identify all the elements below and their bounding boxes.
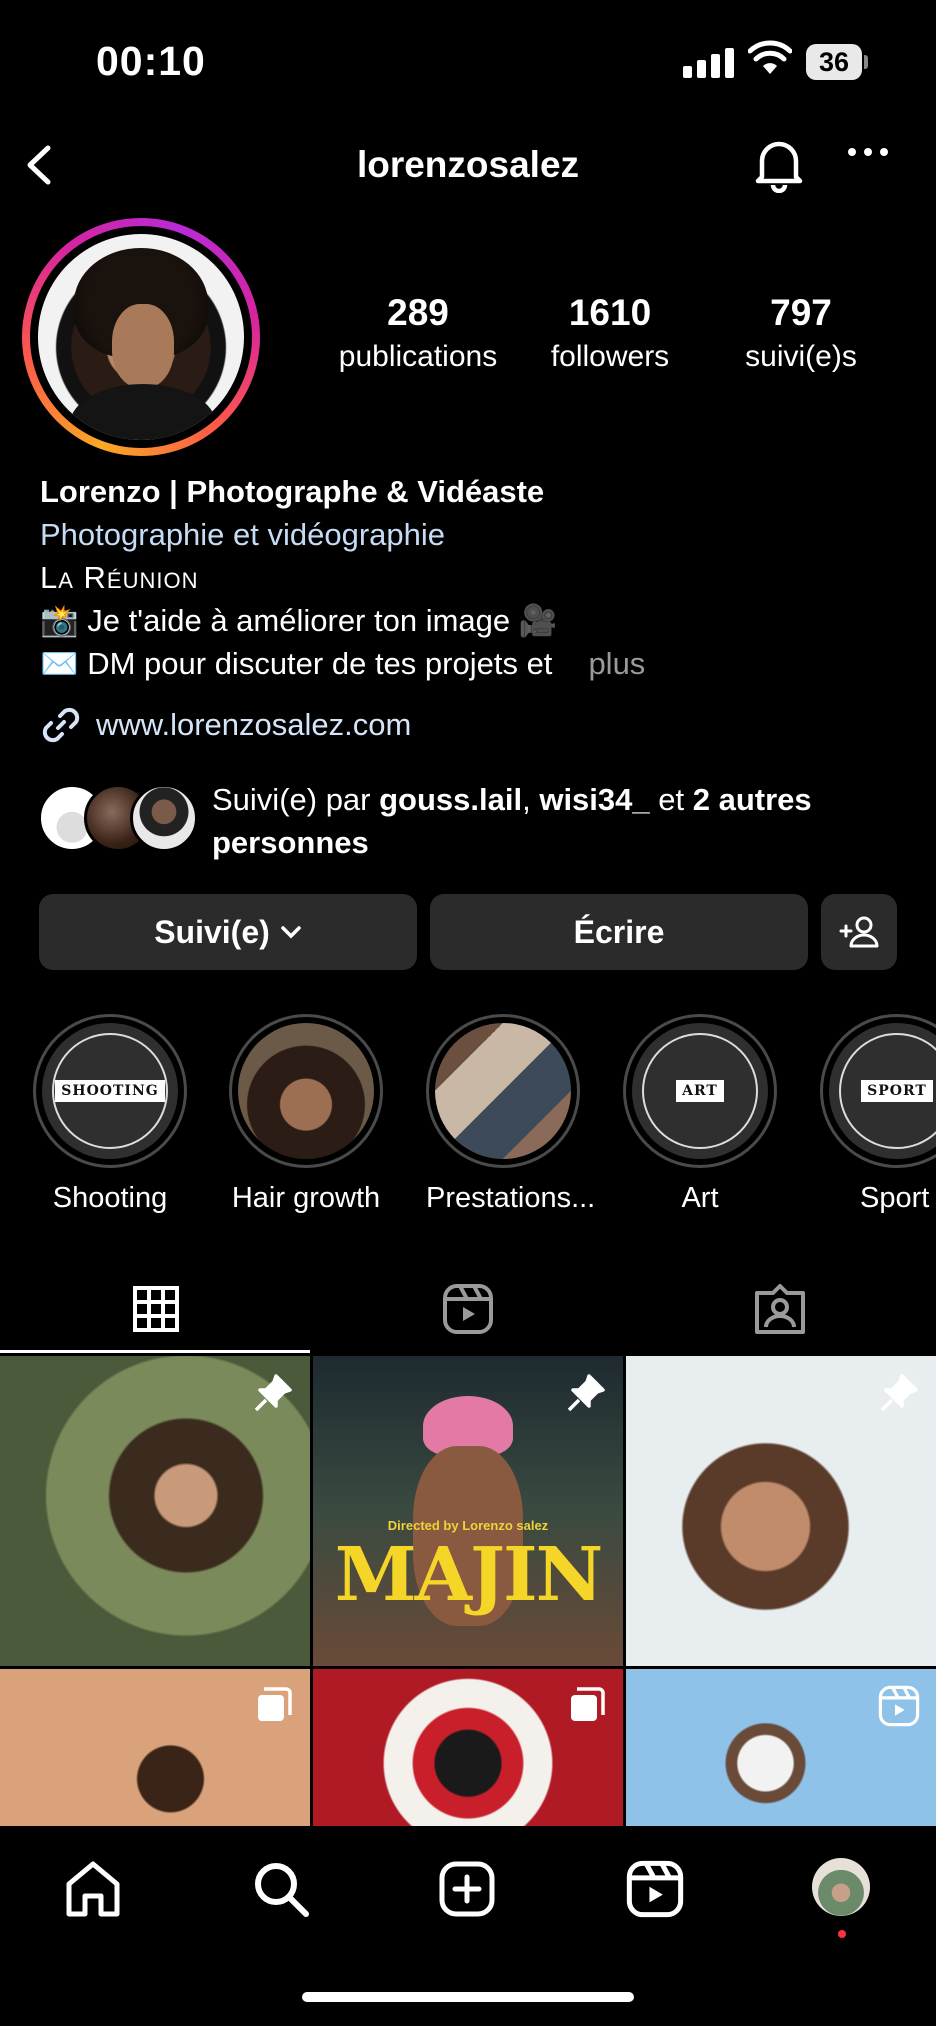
mutual-followers[interactable]: Suivi(e) par gouss.lail, wisi34_ et 2 au… [38,778,918,868]
profile-display-name: Lorenzo | Photographe & Vidéaste [40,474,545,509]
highlight-label: Hair growth [231,1182,381,1214]
message-button-label: Écrire [573,913,665,950]
home-indicator [302,1992,634,2002]
stat-following-label: suivi(e)s [745,340,857,373]
mutual-followers-text: Suivi(e) par gouss.lail, wisi34_ et 2 au… [212,778,932,864]
profile-location: La Réunion [40,560,199,595]
stat-followers-count: 1610 [568,292,652,333]
post-2[interactable]: Directed by Lorenzo salez MAJIN [313,1356,623,1666]
bio-line-2-text: ✉️ DM pour discuter de tes projets et [40,646,553,681]
highlight-hair-growth[interactable]: Hair growth [229,1014,383,1215]
stat-following[interactable]: 797 suivi(e)s [726,292,876,374]
link-icon [42,707,80,743]
reels-icon [443,1284,493,1334]
mutual-user-2[interactable]: wisi34_ [539,782,649,817]
message-button[interactable]: Écrire [430,894,808,970]
tagged-icon [755,1284,805,1334]
mutual-user-1[interactable]: gouss.lail [379,782,522,817]
active-tab-indicator [0,1350,310,1353]
create-icon[interactable] [438,1860,496,1918]
search-icon[interactable] [252,1860,310,1918]
post-5[interactable] [313,1669,623,1826]
profile-tabs [0,1264,936,1354]
mutual-avatar-3 [130,784,198,852]
suggest-people-button[interactable] [821,894,897,970]
mutual-mid: et [649,782,693,817]
profile-avatar[interactable] [22,218,260,456]
mutual-prefix: Suivi(e) par [212,782,380,817]
highlight-badge-text: ART [676,1080,724,1102]
profile-website[interactable]: www.lorenzosalez.com [40,704,411,746]
post-4[interactable] [0,1669,310,1826]
stat-posts-count: 289 [387,292,449,333]
post-2-title: MAJIN [334,1532,604,1618]
stat-posts[interactable]: 289 publications [330,292,506,374]
chevron-down-icon [281,926,301,939]
mutual-sep: , [522,782,540,817]
profile-bio: Lorenzo | Photographe & Vidéaste Photogr… [40,470,920,685]
highlight-cover: ART [632,1023,768,1159]
highlight-badge-text: SHOOTING [55,1080,165,1102]
tab-posts-grid[interactable] [0,1264,312,1354]
highlight-label: Shooting [52,1182,168,1214]
reels-nav-icon[interactable] [626,1860,684,1918]
highlight-cover [435,1023,571,1159]
highlight-label: Prestations... [426,1182,596,1214]
highlight-badge-text: SPORT [861,1080,933,1102]
stat-following-count: 797 [770,292,832,333]
tab-tagged[interactable] [624,1264,936,1354]
notification-dot [838,1930,846,1938]
highlight-cover [238,1023,374,1159]
stat-followers[interactable]: 1610 followers [530,292,690,374]
wifi-icon [748,40,792,74]
highlight-cover: SHOOTING [42,1023,178,1159]
status-bar: 00:10 36 [0,0,936,110]
highlight-sport[interactable]: SPORT Sport [820,1014,936,1215]
cellular-signal-icon [683,46,734,78]
pin-icon [567,1374,605,1412]
grid-icon [133,1286,179,1332]
stat-posts-label: publications [338,340,498,373]
following-button[interactable]: Suivi(e) [39,894,417,970]
highlight-shooting[interactable]: SHOOTING Shooting [33,1014,187,1215]
reel-icon [878,1685,920,1727]
pin-icon [880,1374,918,1412]
profile-category[interactable]: Photographie et vidéographie [40,513,920,556]
highlight-cover: SPORT [829,1023,936,1159]
stat-followers-label: followers [550,340,670,373]
highlight-label: Art [681,1182,719,1214]
status-time: 00:10 [96,38,206,84]
profile-website-url: www.lorenzosalez.com [96,707,412,742]
more-icon[interactable] [846,145,890,159]
carousel-icon [571,1687,605,1721]
highlight-label: Sport [860,1182,930,1214]
profile-avatar-icon[interactable] [812,1858,870,1916]
battery-tip [864,55,868,69]
post-6[interactable] [626,1669,936,1826]
highlight-art[interactable]: ART Art [623,1014,777,1215]
bio-line-2: ✉️ DM pour discuter de tes projets et plu… [40,642,920,685]
post-3[interactable] [626,1356,936,1666]
post-1[interactable] [0,1356,310,1666]
bio-more-link[interactable]: plus [588,646,645,681]
home-icon[interactable] [64,1860,122,1918]
add-person-icon [839,916,879,948]
highlight-prestations[interactable]: Prestations... [426,1014,596,1215]
battery-indicator: 36 [806,44,862,80]
post-2-caption: Directed by Lorenzo salez [387,1518,549,1533]
tab-reels[interactable] [312,1264,624,1354]
bell-icon[interactable] [752,135,806,193]
pin-icon [254,1374,292,1412]
following-button-label: Suivi(e) [154,913,270,950]
bio-line-1: 📸 Je t'aide à améliorer ton image 🎥 [40,603,558,638]
carousel-icon [258,1687,292,1721]
profile-header: lorenzosalez [0,130,936,200]
